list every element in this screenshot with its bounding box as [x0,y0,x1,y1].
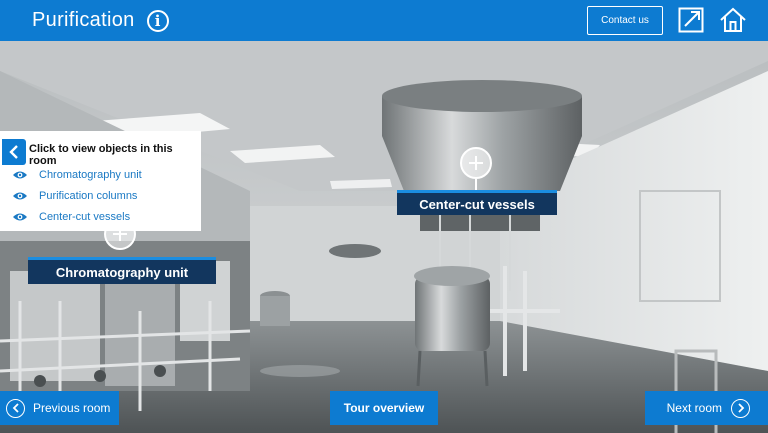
panorama-view[interactable]: Center-cut vessels Chromatography unit [0,41,768,433]
object-link-label: Purification columns [39,190,138,202]
eye-icon [13,192,27,200]
chevron-right-circle-icon [731,398,750,418]
eye-icon [13,171,27,179]
info-icon[interactable]: i [146,9,169,32]
home-icon[interactable] [719,7,747,33]
object-link-purification-columns[interactable]: Purification columns [12,190,137,202]
expand-icon[interactable] [678,7,704,33]
object-link-center-cut-vessels[interactable]: Center-cut vessels [12,211,130,223]
contact-us-button[interactable]: Contact us [587,6,663,35]
next-room-label: Next room [666,401,722,415]
page-title: Purification [32,9,135,31]
previous-room-label: Previous room [33,401,111,415]
object-link-label: Chromatography unit [39,169,142,181]
hotspot-label-center-cut-vessels[interactable]: Center-cut vessels [397,190,557,215]
hotspot-center-cut-vessels[interactable] [460,147,492,179]
object-link-chromatography-unit[interactable]: Chromatography unit [12,169,142,181]
hotspot-label-chromatography-unit[interactable]: Chromatography unit [28,257,216,284]
chevron-left-icon[interactable] [2,139,26,165]
tour-overview-button[interactable]: Tour overview [330,391,438,425]
room-objects-panel: Click to view objects in this room Chrom… [0,131,201,231]
chevron-left-circle-icon [6,398,25,418]
panel-heading: Click to view objects in this room [29,143,173,167]
next-room-button[interactable]: Next room [645,391,768,425]
previous-room-button[interactable]: Previous room [0,391,119,425]
eye-icon [13,213,27,221]
object-link-label: Center-cut vessels [39,211,131,223]
